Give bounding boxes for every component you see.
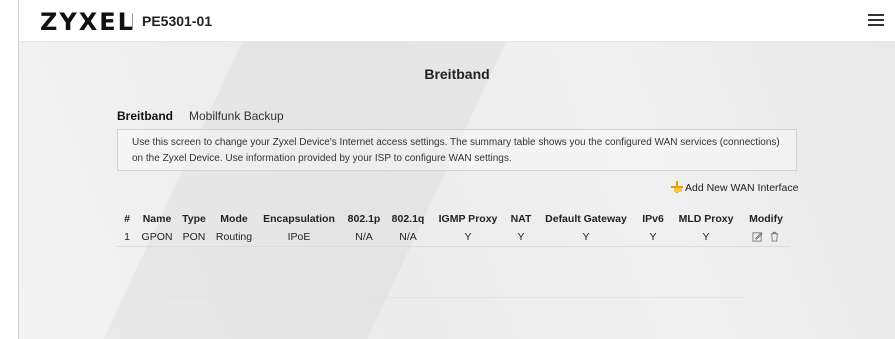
cell-type: PON: [176, 228, 212, 247]
add-new-wan-interface-button[interactable]: Add New WAN Interface: [671, 181, 798, 194]
table-header-row: # Name Type Mode Encapsulation 802.1p 80…: [116, 210, 790, 228]
menu-bar-middle: [868, 19, 884, 21]
cell-mode: Routing: [212, 228, 256, 247]
cell-mld-proxy: Y: [670, 228, 742, 247]
tab-breitband[interactable]: Breitband: [117, 109, 179, 126]
cell-igmp-proxy: Y: [430, 228, 506, 247]
main-content: Breitband Breitband Mobilfunk Backup Use…: [19, 42, 895, 339]
page-title: Breitband: [424, 66, 490, 82]
col-header-ipv6: IPv6: [642, 213, 664, 225]
content-divider: [165, 297, 745, 298]
col-header-default-gateway: Default Gateway: [545, 213, 627, 225]
cell-index: 1: [116, 228, 138, 247]
table-row: 1 GPON PON Routing IPoE N/A N/A Y Y Y Y …: [116, 228, 790, 247]
col-header-type: Type: [182, 213, 206, 225]
edit-icon[interactable]: [752, 231, 763, 242]
header-divider: [132, 13, 133, 29]
col-header-mld-proxy: MLD Proxy: [678, 213, 734, 225]
tab-label: Mobilfunk Backup: [189, 109, 284, 123]
cell-default-gateway: Y: [536, 228, 636, 247]
col-header-8021q: 802.1q: [391, 213, 425, 225]
info-text: Use this screen to change your Zyxel Dev…: [132, 137, 780, 164]
tab-label: Breitband: [117, 109, 174, 123]
zyxel-logo: ZYXEL: [40, 8, 135, 36]
cell-encapsulation: IPoE: [256, 228, 342, 247]
col-header-nat: NAT: [510, 213, 532, 225]
top-header: ZYXEL PE5301-01: [18, 0, 895, 42]
menu-bar-top: [868, 14, 884, 16]
cell-8021q: N/A: [386, 228, 430, 247]
device-model: PE5301-01: [142, 13, 213, 29]
info-description: Use this screen to change your Zyxel Dev…: [117, 129, 797, 171]
cell-8021p: N/A: [342, 228, 386, 247]
col-header-mode: Mode: [220, 213, 248, 225]
add-wan-label: Add New WAN Interface: [685, 182, 799, 194]
cell-modify: [742, 228, 790, 247]
menu-bar-bottom: [868, 24, 884, 26]
col-header-igmp-proxy: IGMP Proxy: [438, 213, 498, 225]
trash-icon[interactable]: [769, 231, 780, 242]
col-header-encapsulation: Encapsulation: [263, 213, 335, 225]
col-header-8021p: 802.1p: [347, 213, 381, 225]
plus-icon: [671, 181, 683, 193]
col-header-name: Name: [142, 213, 172, 225]
hamburger-menu-icon[interactable]: [868, 14, 884, 26]
cell-ipv6: Y: [636, 228, 670, 247]
tab-mobilfunk-backup[interactable]: Mobilfunk Backup: [189, 109, 284, 123]
cell-nat: Y: [506, 228, 536, 247]
col-header-index: #: [124, 213, 130, 225]
cell-name: GPON: [138, 228, 176, 247]
col-header-modify: Modify: [749, 213, 783, 225]
wan-table: # Name Type Mode Encapsulation 802.1p 80…: [116, 210, 790, 247]
